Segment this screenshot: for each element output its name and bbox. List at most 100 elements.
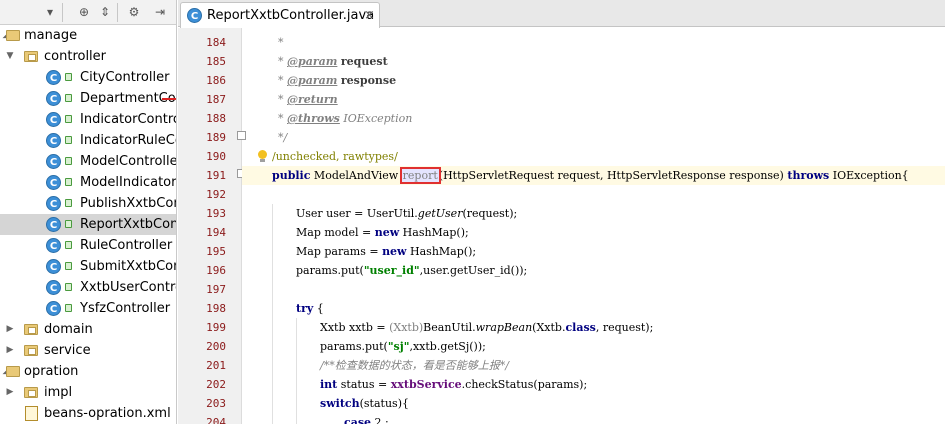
lock-icon bbox=[65, 136, 72, 144]
tree-item-controller[interactable]: ▼ controller bbox=[0, 46, 176, 67]
tree-item-class[interactable]: C XxtbUserControl bbox=[0, 277, 176, 298]
package-icon bbox=[24, 51, 38, 62]
annotation-underline bbox=[162, 98, 176, 100]
lock-icon bbox=[65, 115, 72, 123]
code-text: public ModelAndView report(HttpServletRe… bbox=[272, 166, 909, 185]
tab-title: ReportXxtbController.java bbox=[207, 8, 375, 23]
code-text: */ bbox=[278, 131, 288, 144]
code-text: * @return bbox=[278, 90, 338, 109]
keyword: switch bbox=[320, 397, 360, 410]
gear-icon[interactable]: ⚙ bbox=[126, 4, 142, 20]
collapse-icon[interactable]: ▾ bbox=[42, 4, 58, 20]
class-icon: C bbox=[46, 91, 61, 106]
collapsed-arrow-icon[interactable]: ▶ bbox=[5, 340, 15, 361]
keyword: new bbox=[382, 245, 407, 258]
code-token: 2 : bbox=[371, 416, 389, 424]
tree-item-class[interactable]: C RuleController bbox=[0, 235, 176, 256]
tree-item-domain[interactable]: ▶ domain bbox=[0, 319, 176, 340]
tree-item-service[interactable]: ▶ service bbox=[0, 340, 176, 361]
keyword: case bbox=[344, 416, 372, 424]
code-area[interactable]: * * @param request * @param response * @… bbox=[242, 28, 945, 424]
tree-item-class-selected[interactable]: C ReportXxtbContr bbox=[0, 214, 177, 235]
code-token: params.put( bbox=[296, 264, 364, 277]
tree-item-class[interactable]: C IndicatorRuleCor bbox=[0, 130, 176, 151]
collapsed-arrow-icon[interactable]: ▶ bbox=[5, 382, 15, 403]
tree-item-label: beans-opration.xml bbox=[44, 406, 171, 421]
hide-panel-icon[interactable]: ⇥ bbox=[152, 4, 168, 20]
code-token: Map model = bbox=[296, 226, 375, 239]
expanded-arrow-icon[interactable]: ▼ bbox=[5, 46, 15, 67]
tree-item-label: IndicatorRuleCor bbox=[80, 133, 176, 148]
class-icon: C bbox=[187, 8, 202, 23]
tree-item-class[interactable]: C CityController bbox=[0, 67, 176, 88]
line-number: 184 bbox=[206, 36, 226, 49]
line-number: 186 bbox=[206, 74, 226, 87]
code-line: Map params = new HashMap(); bbox=[242, 242, 945, 261]
code-token: (request); bbox=[462, 207, 518, 220]
string-literal: "user_id" bbox=[363, 264, 420, 277]
line-number: 204 bbox=[206, 416, 226, 424]
line-number: 196 bbox=[206, 264, 226, 277]
tree-item-class[interactable]: C ModelIndicatorC bbox=[0, 172, 176, 193]
line-number: 189 bbox=[206, 131, 226, 144]
tree-item-label: manage bbox=[24, 28, 78, 43]
comment: /**检查数据的状态，看是否能够上报*/ bbox=[320, 359, 509, 372]
locate-icon[interactable]: ⊕ bbox=[76, 4, 92, 20]
editor-tab-bar: C ReportXxtbController.java × bbox=[178, 0, 945, 28]
doc-star: * bbox=[278, 112, 287, 125]
code-line: int status = xxtbService.checkStatus(par… bbox=[242, 375, 945, 394]
line-number: 198 bbox=[206, 302, 226, 315]
tree-item-class[interactable]: C DepartmentCont bbox=[0, 88, 176, 109]
code-text: switch(status){ bbox=[320, 394, 409, 413]
tree-item-manage[interactable]: ◢ manage bbox=[0, 25, 176, 46]
code-line: try { bbox=[242, 299, 945, 318]
class-icon: C bbox=[46, 154, 61, 169]
tree-item-class[interactable]: C PublishXxtbContr bbox=[0, 193, 176, 214]
line-number: 197 bbox=[206, 283, 226, 296]
code-token: { bbox=[313, 302, 324, 315]
tree-item-label: ReportXxtbContr bbox=[80, 217, 177, 232]
editor-tab-active[interactable]: C ReportXxtbController.java × bbox=[180, 2, 380, 28]
line-number: 202 bbox=[206, 378, 226, 391]
keyword: throws bbox=[787, 169, 830, 182]
tree-item-class[interactable]: C IndicatorControl bbox=[0, 109, 177, 130]
doc-tag: @return bbox=[287, 93, 338, 106]
close-icon[interactable]: × bbox=[364, 8, 375, 23]
tree-item-class[interactable]: C YsfzController bbox=[0, 298, 176, 319]
tree-item-opration[interactable]: ◢ opration bbox=[0, 361, 176, 382]
doc-tag: @throws bbox=[287, 112, 340, 125]
lock-icon bbox=[65, 304, 72, 312]
doc-text: IOException bbox=[339, 112, 413, 125]
line-number: 195 bbox=[206, 245, 226, 258]
lightbulb-icon[interactable] bbox=[257, 150, 268, 163]
code-line: /unchecked, rawtypes/ bbox=[242, 147, 945, 166]
tree-item-label: RuleController bbox=[80, 238, 173, 253]
code-text: Xxtb xxtb = (Xxtb)BeanUtil.wrapBean(Xxtb… bbox=[320, 318, 653, 337]
project-tree: ◢ manage ▼ controller C CityController C… bbox=[0, 25, 177, 424]
package-icon bbox=[24, 324, 38, 335]
line-number: 188 bbox=[206, 112, 226, 125]
package-icon bbox=[24, 387, 38, 398]
method-name-highlight[interactable]: report bbox=[399, 167, 441, 184]
line-number: 194 bbox=[206, 226, 226, 239]
code-text: User user = UserUtil.getUser(request); bbox=[296, 204, 517, 223]
lock-icon bbox=[65, 73, 72, 81]
tree-item-class[interactable]: C ModelController bbox=[0, 151, 176, 172]
line-number: 200 bbox=[206, 340, 226, 353]
project-panel: ▾ ⊕ ⇕ ⚙ ⇥ ◢ manage ▼ controller C CityCo… bbox=[0, 0, 177, 424]
tree-item-label: IndicatorControl bbox=[80, 112, 177, 127]
tree-item-xml-file[interactable]: beans-opration.xml bbox=[0, 403, 176, 424]
code-line: params.put("sj",xxtb.getSj()); bbox=[242, 337, 945, 356]
collapse-all-icon[interactable]: ⇕ bbox=[97, 4, 113, 20]
code-line: case 2 : bbox=[242, 413, 945, 424]
tree-item-class[interactable]: C SubmitXxtbContr bbox=[0, 256, 176, 277]
code-text: * @throws IOException bbox=[278, 109, 412, 128]
collapsed-arrow-icon[interactable]: ▶ bbox=[5, 319, 15, 340]
line-number: 199 bbox=[206, 321, 226, 334]
tree-item-impl[interactable]: ▶ impl bbox=[0, 382, 176, 403]
tree-item-label: controller bbox=[44, 49, 107, 64]
line-number: 192 bbox=[206, 188, 226, 201]
lock-icon bbox=[65, 157, 72, 165]
line-number: 190 bbox=[206, 150, 226, 163]
code-line: * @throws IOException bbox=[242, 109, 945, 128]
